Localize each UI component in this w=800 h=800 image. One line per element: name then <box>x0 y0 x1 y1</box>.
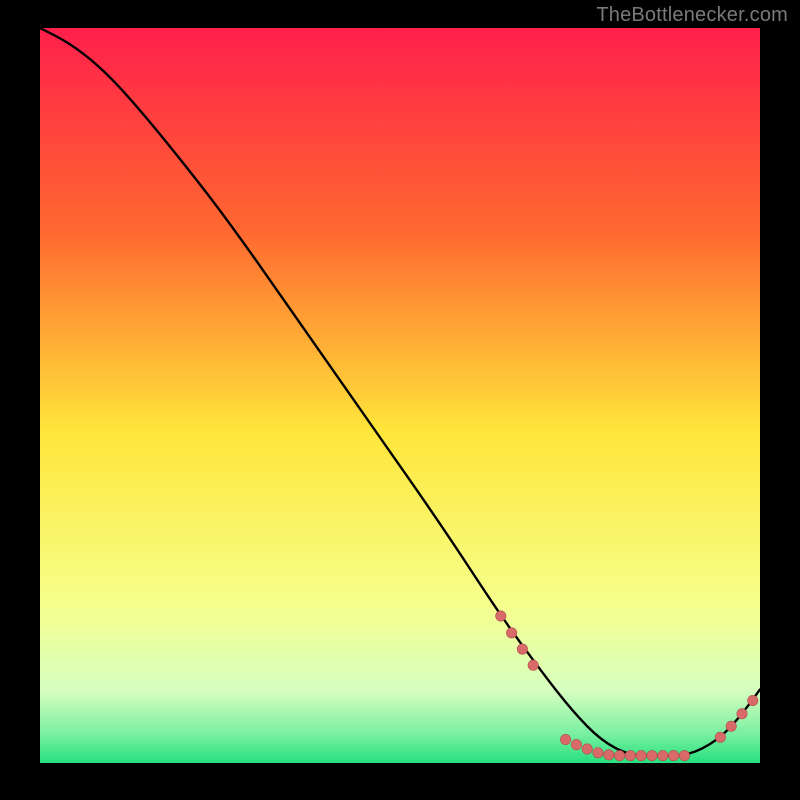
chart-svg <box>40 28 760 763</box>
watermark-text: TheBottlenecker.com <box>596 4 788 27</box>
marker-point <box>614 750 624 760</box>
marker-point <box>715 732 725 742</box>
marker-point <box>560 734 570 744</box>
gradient-bg <box>40 28 760 763</box>
marker-point <box>496 611 506 621</box>
chart-frame: TheBottlenecker.com <box>0 0 800 800</box>
plot-area <box>40 28 760 763</box>
marker-point <box>679 750 689 760</box>
marker-point <box>748 695 758 705</box>
marker-point <box>658 750 668 760</box>
marker-point <box>517 644 527 654</box>
marker-point <box>506 628 516 638</box>
marker-point <box>636 750 646 760</box>
marker-point <box>528 660 538 670</box>
marker-point <box>582 744 592 754</box>
marker-point <box>647 750 657 760</box>
marker-point <box>604 750 614 760</box>
marker-point <box>625 750 635 760</box>
marker-point <box>593 748 603 758</box>
marker-point <box>668 750 678 760</box>
marker-point <box>737 709 747 719</box>
marker-point <box>571 739 581 749</box>
marker-point <box>726 721 736 731</box>
